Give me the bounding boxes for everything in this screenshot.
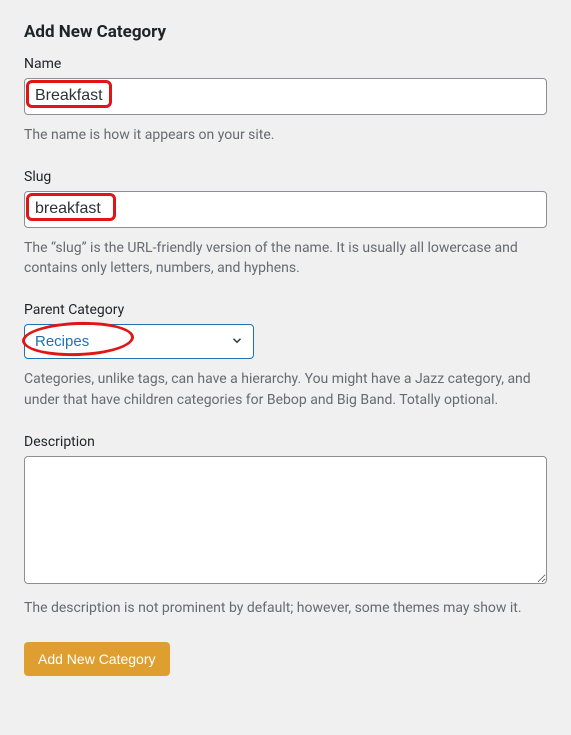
description-help: The description is not prominent by defa… — [24, 598, 547, 618]
slug-input[interactable] — [24, 191, 547, 228]
slug-label: Slug — [24, 169, 547, 185]
field-slug: Slug The “slug” is the URL-friendly vers… — [24, 169, 547, 278]
description-label: Description — [24, 434, 547, 450]
slug-help: The “slug” is the URL-friendly version o… — [24, 238, 547, 279]
parent-select[interactable]: Recipes — [24, 324, 254, 359]
name-label: Name — [24, 56, 547, 72]
slug-input-wrap — [24, 191, 547, 228]
field-description: Description The description is not promi… — [24, 434, 547, 618]
add-new-category-button[interactable]: Add New Category — [24, 642, 170, 676]
name-input[interactable] — [24, 78, 547, 115]
parent-label: Parent Category — [24, 302, 547, 318]
page-title: Add New Category — [24, 22, 547, 42]
field-name: Name The name is how it appears on your … — [24, 56, 547, 145]
parent-select-wrap: Recipes — [24, 324, 254, 359]
field-parent: Parent Category Recipes Categories, unli… — [24, 302, 547, 410]
add-category-panel: Add New Category Name The name is how it… — [0, 0, 571, 696]
description-textarea[interactable] — [24, 456, 547, 584]
name-input-wrap — [24, 78, 547, 115]
parent-help: Categories, unlike tags, can have a hier… — [24, 369, 547, 410]
name-help: The name is how it appears on your site. — [24, 125, 547, 145]
